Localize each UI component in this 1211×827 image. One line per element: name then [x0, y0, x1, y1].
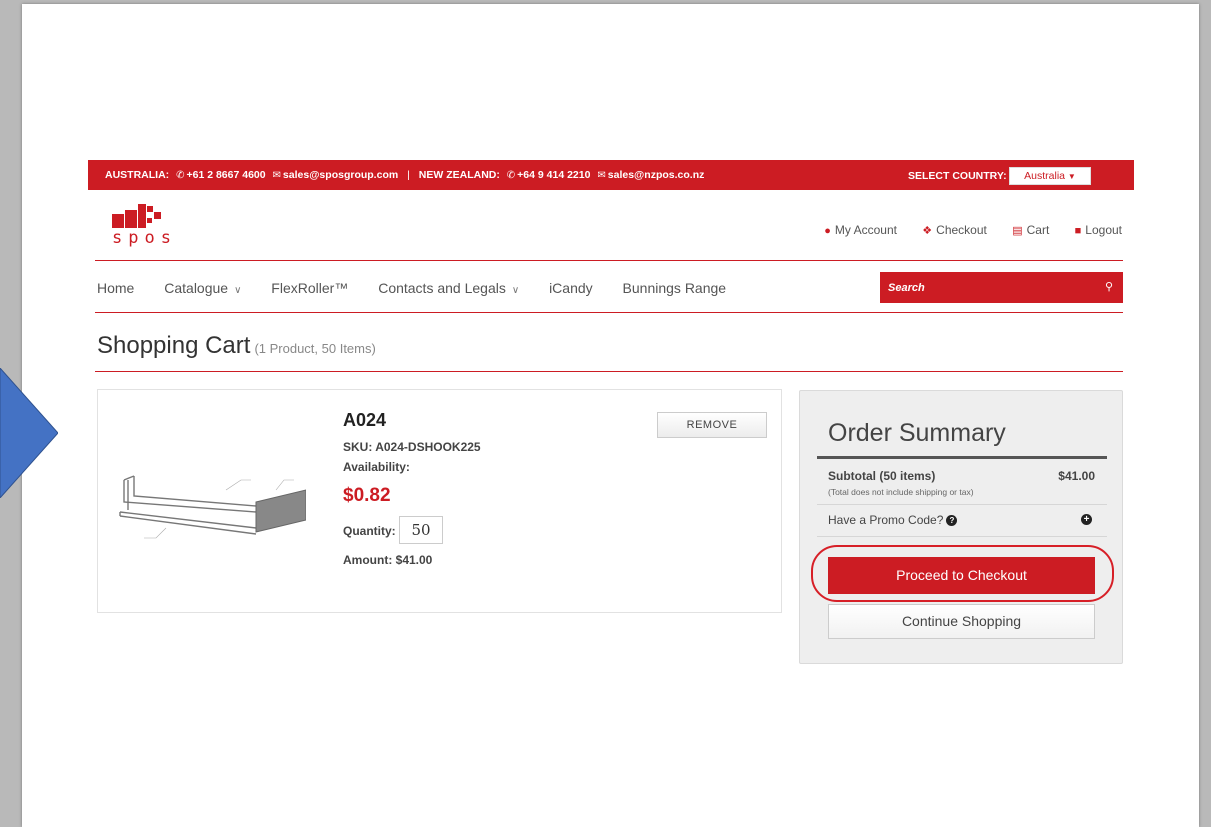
nav-divider	[95, 312, 1123, 313]
nz-phone[interactable]: +64 9 414 2210	[517, 169, 590, 181]
nav-home[interactable]: Home	[97, 280, 134, 296]
product-name[interactable]: A024	[343, 410, 386, 431]
select-country-label: SELECT COUNTRY:	[908, 170, 1007, 182]
order-summary: Order Summary Subtotal (50 items) $41.00…	[799, 390, 1123, 664]
search-icon[interactable]: ⚲	[1105, 280, 1113, 293]
summary-title-underline	[817, 456, 1107, 459]
checkout-link[interactable]: ❖ Checkout	[922, 223, 987, 237]
nav-catalogue[interactable]: Catalogue ∨	[164, 280, 241, 296]
search-input[interactable]	[886, 278, 1090, 298]
checkout-icon: ❖	[922, 225, 933, 237]
logo-text: spos	[112, 228, 177, 248]
my-account-label: My Account	[834, 223, 897, 237]
nav-contacts-label: Contacts and Legals	[378, 280, 506, 296]
chevron-down-icon: ∨	[234, 285, 242, 296]
account-links: ● My Account ❖ Checkout ▤ Cart ■ Logout	[802, 223, 1122, 237]
subtotal-note: (Total does not include shipping or tax)	[828, 487, 974, 497]
cart-count: (1 Product, 50 Items)	[254, 341, 376, 356]
contact-separator: |	[407, 169, 410, 181]
country-value: Australia	[1024, 170, 1065, 182]
nav-bunnings[interactable]: Bunnings Range	[623, 280, 727, 296]
quantity-input[interactable]	[399, 516, 443, 544]
summary-divider	[817, 504, 1107, 505]
nav-flexroller[interactable]: FlexRoller™	[271, 280, 348, 296]
continue-shopping-button[interactable]: Continue Shopping	[828, 604, 1095, 639]
plus-icon[interactable]: +	[1081, 514, 1092, 525]
promo-code-label: Have a Promo Code?	[828, 513, 944, 527]
cart-label: Cart	[1026, 223, 1050, 237]
nz-email[interactable]: sales@nzpos.co.nz	[608, 169, 705, 181]
nz-label: NEW ZEALAND:	[418, 169, 500, 181]
country-select[interactable]: Australia ▼	[1009, 167, 1091, 185]
cart-icon: ▤	[1012, 225, 1023, 237]
question-icon: ?	[946, 515, 958, 526]
subtotal-value: $41.00	[1058, 469, 1095, 483]
australia-label: AUSTRALIA:	[105, 169, 170, 181]
checkout-label: Checkout	[936, 223, 987, 237]
nav-icandy[interactable]: iCandy	[549, 280, 593, 296]
quantity-label: Quantity:	[343, 524, 396, 538]
product-price: $0.82	[343, 485, 391, 506]
main-nav: Home Catalogue ∨ FlexRoller™ Contacts and…	[97, 280, 752, 296]
lock-icon: ■	[1074, 225, 1082, 237]
phone-icon: ✆	[506, 170, 516, 181]
order-summary-title: Order Summary	[828, 419, 1006, 447]
nav-contacts[interactable]: Contacts and Legals ∨	[378, 280, 519, 296]
logout-link[interactable]: ■ Logout	[1075, 223, 1122, 237]
product-sku: SKU: A024-DSHOOK225	[343, 440, 481, 454]
australia-phone[interactable]: +61 2 8667 4600	[186, 169, 265, 181]
my-account-link[interactable]: ● My Account	[824, 223, 897, 237]
envelope-icon: ✉	[272, 170, 281, 181]
chevron-down-icon: ∨	[511, 285, 520, 296]
cart-item: A024 SKU: A024-DSHOOK225 Availability: $…	[97, 389, 782, 613]
nav-catalogue-label: Catalogue	[164, 280, 229, 296]
subtotal-label: Subtotal (50 items)	[828, 469, 936, 483]
remove-button[interactable]: REMOVE	[657, 412, 767, 438]
contact-info: AUSTRALIA: ✆ +61 2 8667 4600 ✉ sales@sposg…	[105, 169, 704, 181]
spos-logo[interactable]: spos	[108, 198, 188, 250]
australia-email[interactable]: sales@sposgroup.com	[283, 169, 398, 181]
caret-down-icon: ▼	[1067, 172, 1076, 181]
summary-divider	[817, 536, 1107, 537]
envelope-icon: ✉	[597, 170, 606, 181]
logout-label: Logout	[1085, 223, 1122, 237]
page-title: Shopping Cart (1 Product, 50 Items)	[97, 332, 376, 360]
phone-icon: ✆	[176, 170, 185, 181]
cart-link[interactable]: ▤ Cart	[1012, 223, 1049, 237]
page-title-text: Shopping Cart	[97, 332, 251, 359]
header-divider	[95, 260, 1123, 261]
annotation-arrow	[0, 368, 58, 498]
user-icon: ●	[824, 225, 831, 237]
product-availability: Availability:	[343, 460, 410, 474]
promo-code-toggle[interactable]: Have a Promo Code??	[828, 513, 958, 527]
search-box: ⚲	[880, 272, 1123, 303]
product-amount: Amount: $41.00	[343, 553, 433, 567]
product-image[interactable]	[106, 450, 306, 550]
top-contact-bar: AUSTRALIA: ✆ +61 2 8667 4600 ✉ sales@sposg…	[88, 160, 1134, 190]
title-divider	[95, 371, 1123, 372]
annotation-highlight-circle	[811, 545, 1114, 602]
